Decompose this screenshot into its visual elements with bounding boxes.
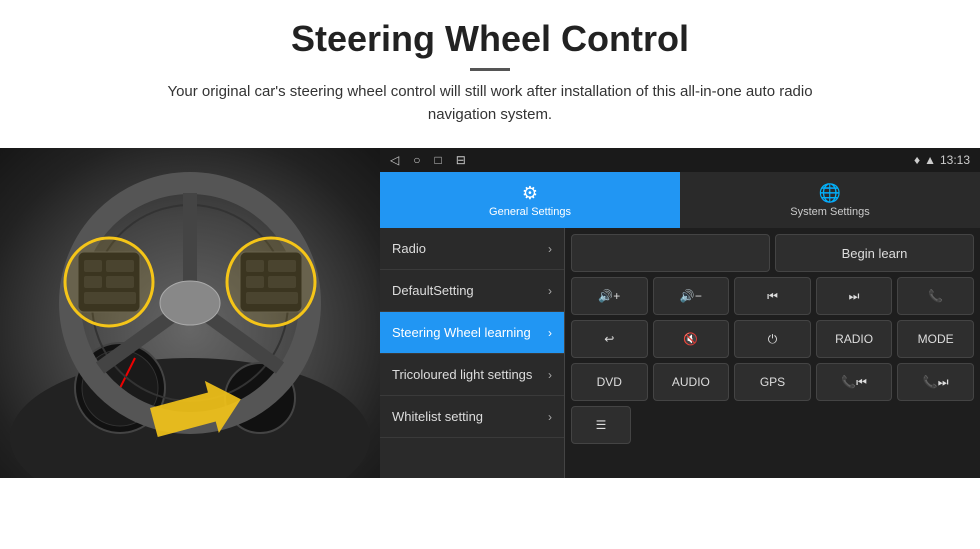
tab-bar: ⚙ General Settings 🌐 System Settings	[380, 172, 980, 228]
back-icon: ↩	[604, 332, 614, 346]
next-track-button[interactable]: ⏭	[816, 277, 893, 315]
status-bar: ◁ ○ □ ⊟ ♦ ▲ 13:13	[380, 148, 980, 172]
next-track-icon: ⏭	[849, 289, 860, 304]
dvd-label: DVD	[597, 375, 622, 389]
tab-system-label: System Settings	[790, 206, 869, 218]
phone-icon: 📞	[928, 289, 943, 303]
menu-nav-icon[interactable]: ⊟	[456, 153, 466, 167]
vol-down-icon: 🔊−	[680, 289, 702, 303]
android-main-content: Radio › DefaultSetting › Steering Wheel …	[380, 228, 980, 478]
tab-system-settings[interactable]: 🌐 System Settings	[680, 172, 980, 228]
nav-icons: ◁ ○ □ ⊟	[390, 153, 466, 167]
mute-button[interactable]: 🔇	[653, 320, 730, 358]
home-nav-icon[interactable]: ○	[413, 153, 420, 167]
vol-up-button[interactable]: 🔊+	[571, 277, 648, 315]
signal-icon: ▲	[924, 153, 936, 167]
menu-item-radio[interactable]: Radio ›	[380, 228, 564, 270]
control-panel: Begin learn 🔊+ 🔊− ⏮	[565, 228, 980, 478]
general-settings-icon: ⚙	[522, 183, 538, 204]
control-row-2: 🔊+ 🔊− ⏮ ⏭ 📞	[571, 277, 974, 315]
content-area: ◁ ○ □ ⊟ ♦ ▲ 13:13 ⚙ General Settings	[0, 148, 980, 549]
android-panel: ◁ ○ □ ⊟ ♦ ▲ 13:13 ⚙ General Settings	[380, 148, 980, 478]
audio-label: AUDIO	[672, 375, 710, 389]
steering-wheel-bg	[0, 148, 380, 478]
tab-general-label: General Settings	[489, 206, 571, 218]
vol-up-icon: 🔊+	[598, 289, 620, 303]
power-icon: ⏻	[768, 332, 778, 347]
phone-prev-button[interactable]: 📞⏮	[816, 363, 893, 401]
mode-button[interactable]: MODE	[897, 320, 974, 358]
radio-label: RADIO	[835, 332, 873, 346]
control-row-4: DVD AUDIO GPS 📞⏮ 📞⏭	[571, 363, 974, 401]
power-button[interactable]: ⏻	[734, 320, 811, 358]
list-button[interactable]: ☰	[571, 406, 631, 444]
recent-nav-icon[interactable]: □	[434, 153, 441, 167]
dvd-button[interactable]: DVD	[571, 363, 648, 401]
prev-track-button[interactable]: ⏮	[734, 277, 811, 315]
menu-item-whitelist[interactable]: Whitelist setting ›	[380, 396, 564, 438]
chevron-icon-default: ›	[548, 284, 552, 298]
menu-item-steering[interactable]: Steering Wheel learning ›	[380, 312, 564, 354]
gps-label: GPS	[760, 375, 785, 389]
chevron-icon-radio: ›	[548, 242, 552, 256]
time-display: 13:13	[940, 153, 970, 167]
back-nav-icon[interactable]: ◁	[390, 153, 399, 167]
phone-next-icon: 📞⏭	[923, 375, 949, 390]
chevron-icon-steering: ›	[548, 326, 552, 340]
header-section: Steering Wheel Control Your original car…	[0, 0, 980, 136]
menu-item-tricoloured[interactable]: Tricoloured light settings ›	[380, 354, 564, 396]
control-row-3: ↩ 🔇 ⏻ RADIO MODE	[571, 320, 974, 358]
menu-panel: Radio › DefaultSetting › Steering Wheel …	[380, 228, 565, 478]
phone-button[interactable]: 📞	[897, 277, 974, 315]
empty-slot-1	[571, 234, 770, 272]
mode-label: MODE	[918, 332, 954, 346]
back-button[interactable]: ↩	[571, 320, 648, 358]
phone-next-button[interactable]: 📞⏭	[897, 363, 974, 401]
chevron-icon-whitelist: ›	[548, 410, 552, 424]
prev-track-icon: ⏮	[767, 289, 778, 304]
audio-button[interactable]: AUDIO	[653, 363, 730, 401]
status-right: ♦ ▲ 13:13	[914, 153, 970, 167]
vol-down-button[interactable]: 🔊−	[653, 277, 730, 315]
page-subtitle: Your original car's steering wheel contr…	[140, 81, 840, 126]
wifi-icon: ♦	[914, 153, 920, 167]
page-container: Steering Wheel Control Your original car…	[0, 0, 980, 549]
control-row-5: ☰	[571, 406, 974, 444]
menu-item-default[interactable]: DefaultSetting ›	[380, 270, 564, 312]
phone-prev-icon: 📞⏮	[841, 375, 867, 390]
chevron-icon-tricoloured: ›	[548, 368, 552, 382]
title-divider	[470, 68, 510, 71]
control-row-1: Begin learn	[571, 234, 974, 272]
system-settings-icon: 🌐	[819, 183, 841, 204]
steering-wheel-image	[0, 148, 380, 478]
radio-button[interactable]: RADIO	[816, 320, 893, 358]
page-title: Steering Wheel Control	[40, 18, 940, 60]
begin-learn-button[interactable]: Begin learn	[775, 234, 974, 272]
list-icon: ☰	[596, 418, 607, 432]
gps-button[interactable]: GPS	[734, 363, 811, 401]
tab-general-settings[interactable]: ⚙ General Settings	[380, 172, 680, 228]
mute-icon: 🔇	[683, 332, 698, 346]
